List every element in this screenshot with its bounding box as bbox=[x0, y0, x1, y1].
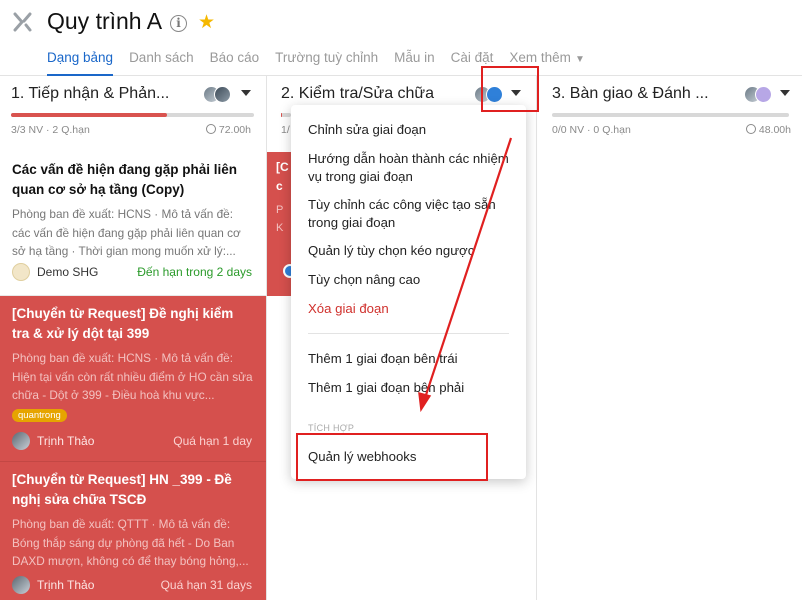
info-icon[interactable]: i bbox=[170, 15, 187, 32]
stage-progress-fill bbox=[11, 113, 167, 117]
stage-progress-fill bbox=[281, 113, 282, 117]
menu-drag-back-options[interactable]: Quản lý tùy chọn kéo ngược bbox=[308, 242, 513, 260]
task-title: c bbox=[276, 179, 283, 193]
task-description: Phòng ban đề xuất: HCNS · Mô tả vấn đề: … bbox=[12, 351, 253, 402]
assignee-name: Trịnh Thảo bbox=[37, 578, 95, 592]
task-card[interactable]: [C c P K bbox=[267, 152, 297, 296]
stage-stats: 3/3 NV · 2 Q.hạn bbox=[11, 124, 90, 136]
task-tag[interactable]: quantrong bbox=[12, 408, 67, 422]
page-title: Quy trình A bbox=[47, 8, 163, 34]
top-bar: Quy trình A i ★ Dạng bảng Danh sách Báo … bbox=[0, 0, 802, 76]
logo-icon[interactable] bbox=[13, 11, 33, 33]
tab-board[interactable]: Dạng bảng bbox=[47, 49, 114, 76]
due-status: Quá hạn 31 days bbox=[160, 578, 252, 592]
star-icon[interactable]: ★ bbox=[198, 11, 215, 34]
task-description: P bbox=[276, 204, 284, 216]
menu-divider bbox=[308, 333, 509, 334]
task-card[interactable]: Các vấn đề hiện đang gặp phải liên quan … bbox=[0, 152, 266, 296]
avatar bbox=[12, 263, 30, 281]
task-description: Phòng ban đề xuất: QTTT · Mô tả vấn đề: … bbox=[12, 517, 249, 568]
menu-add-stage-right[interactable]: Thêm 1 giai đoạn bên phải bbox=[308, 379, 513, 397]
stage-column-1: 1. Tiếp nhận & Phản... 3/3 NV · 2 Q.hạn … bbox=[0, 76, 267, 600]
stage-title[interactable]: 1. Tiếp nhận & Phản... bbox=[11, 85, 169, 103]
clock-icon bbox=[745, 124, 756, 134]
task-title: [Chuyển từ Request] Đề nghị kiểm tra & x… bbox=[12, 306, 234, 341]
task-description: K bbox=[276, 222, 284, 234]
tab-report[interactable]: Báo cáo bbox=[210, 49, 260, 76]
menu-stage-guide[interactable]: Hướng dẫn hoàn thành các nhiệm vụ trong … bbox=[308, 150, 513, 186]
stage-title[interactable]: 2. Kiểm tra/Sửa chữa bbox=[281, 85, 434, 103]
clock-icon bbox=[205, 124, 216, 134]
stage-title[interactable]: 3. Bàn giao & Đánh ... bbox=[552, 85, 709, 103]
highlight-box-webhooks bbox=[296, 433, 488, 481]
task-title: Các vấn đề hiện đang gặp phải liên quan … bbox=[12, 162, 238, 197]
menu-preset-tasks[interactable]: Tùy chỉnh các công việc tạo sẵn trong gi… bbox=[308, 196, 513, 232]
assignee-name: Demo SHG bbox=[37, 265, 99, 279]
stage-options-menu: Chỉnh sửa giai đoạn Hướng dẫn hoàn thành… bbox=[291, 105, 526, 479]
highlight-box-stage-menu bbox=[481, 66, 539, 112]
due-status: Đến hạn trong 2 days bbox=[137, 265, 252, 279]
task-card[interactable]: [Chuyển từ Request] Đề nghị kiểm tra & x… bbox=[0, 296, 266, 462]
stage-header: 3. Bàn giao & Đánh ... 0/0 NV · 0 Q.hạn … bbox=[537, 76, 802, 152]
stage-progress-bar bbox=[552, 113, 789, 117]
stage-progress-bar bbox=[281, 113, 291, 117]
menu-advanced-options[interactable]: Tùy chọn nâng cao bbox=[308, 271, 513, 289]
tab-print-templates[interactable]: Mẫu in bbox=[394, 49, 435, 76]
tab-custom-fields[interactable]: Trường tuỳ chỉnh bbox=[275, 49, 378, 76]
assignee-name: Trịnh Thảo bbox=[37, 434, 95, 448]
tab-list[interactable]: Danh sách bbox=[129, 49, 194, 76]
menu-add-stage-left[interactable]: Thêm 1 giai đoạn bên trái bbox=[308, 350, 513, 368]
stage-hours: 48.00h bbox=[745, 124, 791, 136]
menu-edit-stage[interactable]: Chỉnh sửa giai đoạn bbox=[308, 121, 513, 139]
menu-delete-stage[interactable]: Xóa giai đoạn bbox=[308, 300, 513, 318]
stage-column-3: 3. Bàn giao & Đánh ... 0/0 NV · 0 Q.hạn … bbox=[537, 76, 802, 600]
stage-stats: 1/ bbox=[281, 124, 290, 136]
stage-progress-bar bbox=[11, 113, 254, 117]
due-status: Quá hạn 1 day bbox=[173, 434, 252, 448]
menu-section-integration: TÍCH HỢP bbox=[308, 423, 355, 433]
task-description: Phòng ban đề xuất: HCNS · Mô tả vấn đề: … bbox=[12, 207, 241, 258]
task-title: [Chuyển từ Request] HN _399 - Đề nghị sử… bbox=[12, 472, 232, 507]
avatar bbox=[755, 86, 772, 103]
task-card[interactable]: [Chuyển từ Request] HN _399 - Đề nghị sử… bbox=[0, 462, 266, 600]
avatar bbox=[214, 86, 231, 103]
task-title: [C bbox=[276, 160, 289, 174]
stage-menu-caret-icon[interactable] bbox=[241, 90, 251, 96]
avatar bbox=[12, 432, 30, 450]
stage-stats: 0/0 NV · 0 Q.hạn bbox=[552, 124, 631, 136]
chevron-down-icon: ▼ bbox=[574, 54, 585, 65]
stage-header: 1. Tiếp nhận & Phản... 3/3 NV · 2 Q.hạn … bbox=[0, 76, 266, 152]
stage-hours: 72.00h bbox=[205, 124, 251, 136]
avatar bbox=[12, 576, 30, 594]
stage-menu-caret-icon[interactable] bbox=[780, 90, 790, 96]
